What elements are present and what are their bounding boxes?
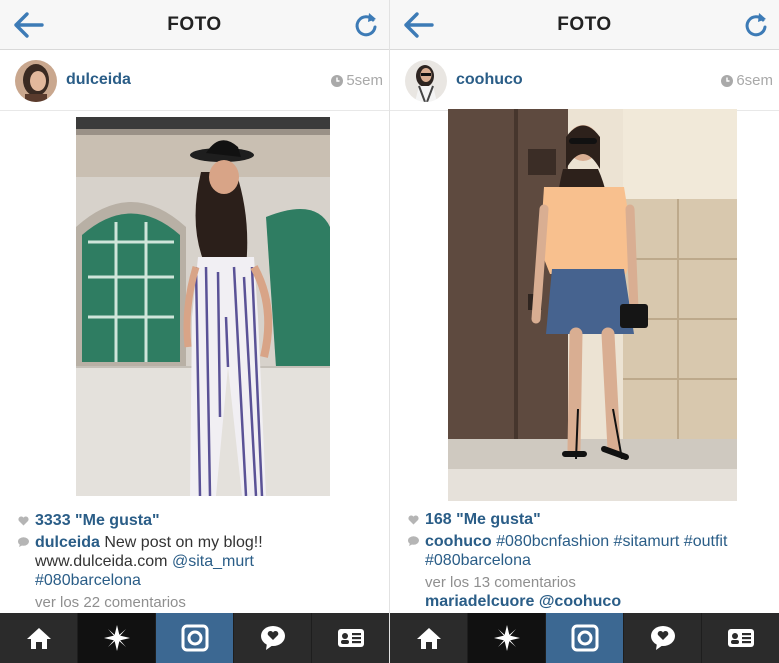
likes-row[interactable]: 168 "Me gusta": [408, 510, 773, 529]
likes-row[interactable]: 3333 "Me gusta": [18, 511, 383, 530]
heart-icon: [408, 514, 419, 524]
tab-explore[interactable]: [78, 613, 156, 663]
post-details: 168 "Me gusta" coohuco #080bcnfashion #s…: [408, 510, 773, 611]
clock-icon: [331, 74, 344, 87]
home-icon: [416, 628, 441, 649]
username[interactable]: dulceida: [66, 71, 131, 89]
tab-activity[interactable]: [624, 613, 702, 663]
tab-camera[interactable]: [156, 613, 234, 663]
comment-bubble-icon: [408, 536, 419, 546]
refresh-icon[interactable]: [351, 10, 381, 40]
tab-profile[interactable]: [702, 613, 779, 663]
nav-bar: FOTO: [390, 0, 779, 50]
back-arrow-icon[interactable]: [12, 10, 46, 40]
time-label: 5sem: [346, 72, 383, 89]
post-view-left: FOTO dulceida 5sem 3333 "Me gusta" dulce…: [0, 0, 389, 663]
likes-count: 3333 "Me gusta": [35, 512, 160, 529]
post-photo[interactable]: [76, 117, 330, 496]
first-comment[interactable]: mariadelcuore @coohuco: [408, 592, 773, 611]
tab-camera[interactable]: [546, 613, 624, 663]
caption-hashtag[interactable]: #080barcelona: [35, 572, 141, 589]
profile-icon: [727, 629, 754, 647]
tab-home[interactable]: [390, 613, 468, 663]
activity-icon: [650, 626, 675, 650]
post-header: coohuco 6sem: [390, 51, 779, 111]
time-label: 6sem: [736, 72, 773, 89]
refresh-icon[interactable]: [741, 10, 771, 40]
view-comments-link[interactable]: ver los 13 comentarios: [408, 573, 773, 592]
view-comments-link[interactable]: ver los 22 comentarios: [18, 593, 383, 612]
post-photo[interactable]: [448, 109, 737, 501]
avatar[interactable]: [405, 60, 447, 102]
explore-icon: [493, 625, 520, 651]
post-time: 6sem: [721, 72, 773, 89]
post-time: 5sem: [331, 72, 383, 89]
post-details: 3333 "Me gusta" dulceida New post on my …: [18, 511, 383, 612]
page-title: FOTO: [557, 14, 612, 35]
heart-icon: [18, 515, 29, 525]
tab-explore[interactable]: [468, 613, 546, 663]
caption: dulceida New post on my blog!! www.dulce…: [18, 533, 383, 590]
nav-bar: FOTO: [0, 0, 389, 50]
post-view-right: FOTO coohuco 6sem 168 "Me gusta" coohuco…: [390, 0, 779, 663]
caption-mention[interactable]: @sita_murt: [172, 553, 254, 570]
comment-bubble-icon: [18, 537, 29, 547]
activity-icon: [260, 626, 285, 650]
back-arrow-icon[interactable]: [402, 10, 436, 40]
tab-activity[interactable]: [234, 613, 312, 663]
home-icon: [26, 628, 51, 649]
caption-username[interactable]: coohuco: [425, 533, 492, 550]
explore-icon: [103, 625, 130, 651]
post-header: dulceida 5sem: [0, 51, 389, 111]
caption-username[interactable]: dulceida: [35, 534, 100, 551]
profile-icon: [337, 629, 364, 647]
username[interactable]: coohuco: [456, 71, 523, 89]
likes-count: 168 "Me gusta": [425, 511, 541, 528]
camera-icon: [181, 624, 208, 652]
clock-icon: [721, 74, 734, 87]
camera-icon: [571, 624, 598, 652]
tab-profile[interactable]: [312, 613, 389, 663]
bottom-tab-bar: [390, 613, 779, 663]
caption: coohuco #080bcnfashion #sitamurt #outfit…: [408, 532, 773, 570]
tab-home[interactable]: [0, 613, 78, 663]
page-title: FOTO: [167, 14, 222, 35]
avatar[interactable]: [15, 60, 57, 102]
bottom-tab-bar: [0, 613, 389, 663]
